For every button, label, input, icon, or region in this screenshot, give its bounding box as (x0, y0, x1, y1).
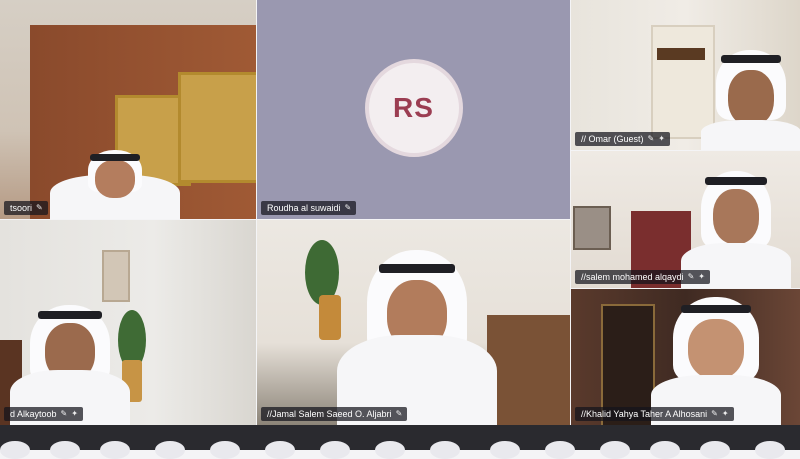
control-button[interactable] (0, 441, 30, 459)
portrait-frame (573, 206, 611, 250)
control-button[interactable] (650, 441, 680, 459)
participant-name-label: //Jamal Salem Saeed O. Aljabri ✎ (261, 407, 408, 421)
participant-name-label: //Khalid Yahya Taher A Alhosani ✎ ✦ (575, 407, 734, 421)
pin-icon: ✦ (658, 134, 665, 143)
participant-name-label: d Alkaytoob ✎ ✦ (4, 407, 83, 421)
control-button[interactable] (700, 441, 730, 459)
books (657, 48, 705, 60)
mic-muted-icon: ✎ (344, 203, 352, 212)
pin-icon: ✦ (721, 409, 729, 418)
video-tile-5[interactable]: //Jamal Salem Saeed O. Aljabri ✎ (257, 220, 570, 425)
desk (487, 315, 570, 425)
participant-name-label: ‏// Omar (Guest) ✎ ✦ (575, 132, 670, 146)
control-button[interactable] (375, 441, 405, 459)
mic-muted-icon: ✎ (687, 272, 695, 281)
video-tile-6[interactable]: //salem mohamed alqaydi ✎ ✦ (571, 151, 800, 288)
mic-muted-icon: ✎ (60, 409, 68, 418)
participant-video (50, 150, 180, 219)
mic-muted-icon: ✎ (395, 409, 403, 418)
participant-avatar: RS (364, 58, 463, 157)
video-tile-2[interactable]: RS Roudha al suwaidi ✎ (257, 0, 570, 219)
control-button[interactable] (490, 441, 520, 459)
control-button[interactable] (545, 441, 575, 459)
control-button[interactable] (600, 441, 630, 459)
participant-name-label: tsoori ✎ (4, 201, 48, 215)
mic-muted-icon: ✎ (711, 409, 718, 418)
control-button[interactable] (430, 441, 460, 459)
mic-muted-icon: ✎ (36, 203, 43, 212)
participant-video (701, 50, 800, 150)
control-button[interactable] (50, 441, 80, 459)
participant-video (337, 250, 497, 425)
control-button[interactable] (155, 441, 185, 459)
control-button[interactable] (320, 441, 350, 459)
control-button[interactable] (755, 441, 785, 459)
control-button[interactable] (265, 441, 295, 459)
pin-icon: ✦ (71, 409, 78, 418)
portrait-frame (102, 250, 130, 302)
control-button[interactable] (100, 441, 130, 459)
participant-video (651, 297, 781, 425)
video-tile-7[interactable]: //Khalid Yahya Taher A Alhosani ✎ ✦ (571, 289, 800, 425)
mic-muted-icon: ✎ (647, 134, 655, 143)
participant-name-label: Roudha al suwaidi ✎ (261, 201, 357, 215)
control-button[interactable] (210, 441, 240, 459)
portrait-frame (178, 72, 256, 183)
pin-icon: ✦ (698, 272, 705, 281)
video-tile-1[interactable]: tsoori ✎ (0, 0, 256, 219)
video-tile-3[interactable]: ‏// Omar (Guest) ✎ ✦ (571, 0, 800, 150)
video-tile-4[interactable]: d Alkaytoob ✎ ✦ (0, 220, 256, 425)
participant-name-label: //salem mohamed alqaydi ✎ ✦ (575, 270, 710, 284)
